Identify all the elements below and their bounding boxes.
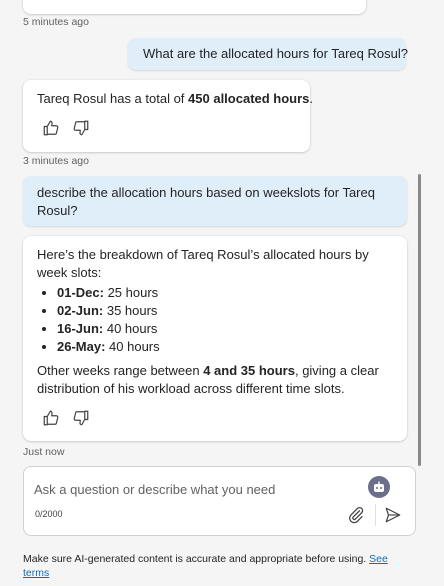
feedback-bar: [41, 408, 91, 428]
hours-value: 40 hours: [105, 339, 160, 354]
list-item: 26-May: 40 hours: [57, 338, 417, 356]
bot-message: Tareq Rosul has a total of 450 allocated…: [23, 80, 313, 152]
divider: [375, 504, 376, 526]
send-icon[interactable]: [384, 506, 402, 524]
thumbs-down-icon[interactable]: [71, 118, 91, 138]
hours-value: 25 hours: [103, 285, 159, 300]
previous-message-card: [23, 0, 366, 14]
disclaimer-text: Make sure AI-generated content is accura…: [23, 553, 370, 565]
message-timestamp: Just now: [23, 446, 65, 458]
bot-message-text: Tareq Rosul has a total of 450 allocated…: [37, 90, 313, 108]
user-message-text: What are the allocated hours for Tareq R…: [143, 46, 408, 61]
copilot-icon[interactable]: [368, 476, 390, 498]
week-label: 26-May:: [57, 339, 106, 354]
bot-message: Here’s the breakdown of Tareq Rosul’s al…: [23, 236, 407, 441]
week-label: 01-Dec:: [57, 285, 104, 300]
thumbs-down-icon[interactable]: [71, 408, 91, 428]
list-item: 01-Dec: 25 hours: [57, 284, 417, 302]
paperclip-icon[interactable]: [347, 506, 365, 524]
answer-bold: 450 allocated hours: [188, 91, 310, 106]
bot-message-intro: Here’s the breakdown of Tareq Rosul’s al…: [37, 247, 369, 280]
prompt-input[interactable]: [34, 479, 354, 499]
hours-value: 35 hours: [103, 303, 158, 318]
outro-text: Other weeks range between: [37, 363, 204, 378]
ai-disclaimer: Make sure AI-generated content is accura…: [23, 552, 403, 580]
user-message-text: describe the allocation hours based on w…: [37, 185, 375, 218]
message-composer: 0/2000: [23, 466, 416, 536]
week-label: 16-Jun:: [57, 321, 104, 336]
answer-suffix: .: [309, 91, 314, 106]
thumbs-up-icon[interactable]: [41, 118, 61, 138]
answer-text: Tareq Rosul has a total of: [37, 91, 189, 106]
chat-pane: 5 minutes ago What are the allocated hou…: [0, 0, 444, 586]
bot-message-outro: Other weeks range between 4 and 35 hours…: [37, 362, 389, 398]
scrollbar-thumb[interactable]: [418, 174, 421, 466]
message-timestamp: 3 minutes ago: [23, 155, 89, 167]
user-message: describe the allocation hours based on w…: [23, 176, 407, 226]
outro-bold: 4 and 35 hours: [203, 363, 295, 378]
list-item: 02-Jun: 35 hours: [57, 302, 417, 320]
user-message: What are the allocated hours for Tareq R…: [128, 38, 408, 70]
message-timestamp: 5 minutes ago: [23, 16, 89, 28]
thumbs-up-icon[interactable]: [41, 408, 61, 428]
allocation-list: 01-Dec: 25 hours 02-Jun: 35 hours 16-Jun…: [23, 284, 417, 356]
week-label: 02-Jun:: [57, 303, 104, 318]
hours-value: 40 hours: [103, 321, 158, 336]
list-item: 16-Jun: 40 hours: [57, 320, 417, 338]
feedback-bar: [41, 118, 91, 138]
character-counter: 0/2000: [35, 509, 63, 519]
